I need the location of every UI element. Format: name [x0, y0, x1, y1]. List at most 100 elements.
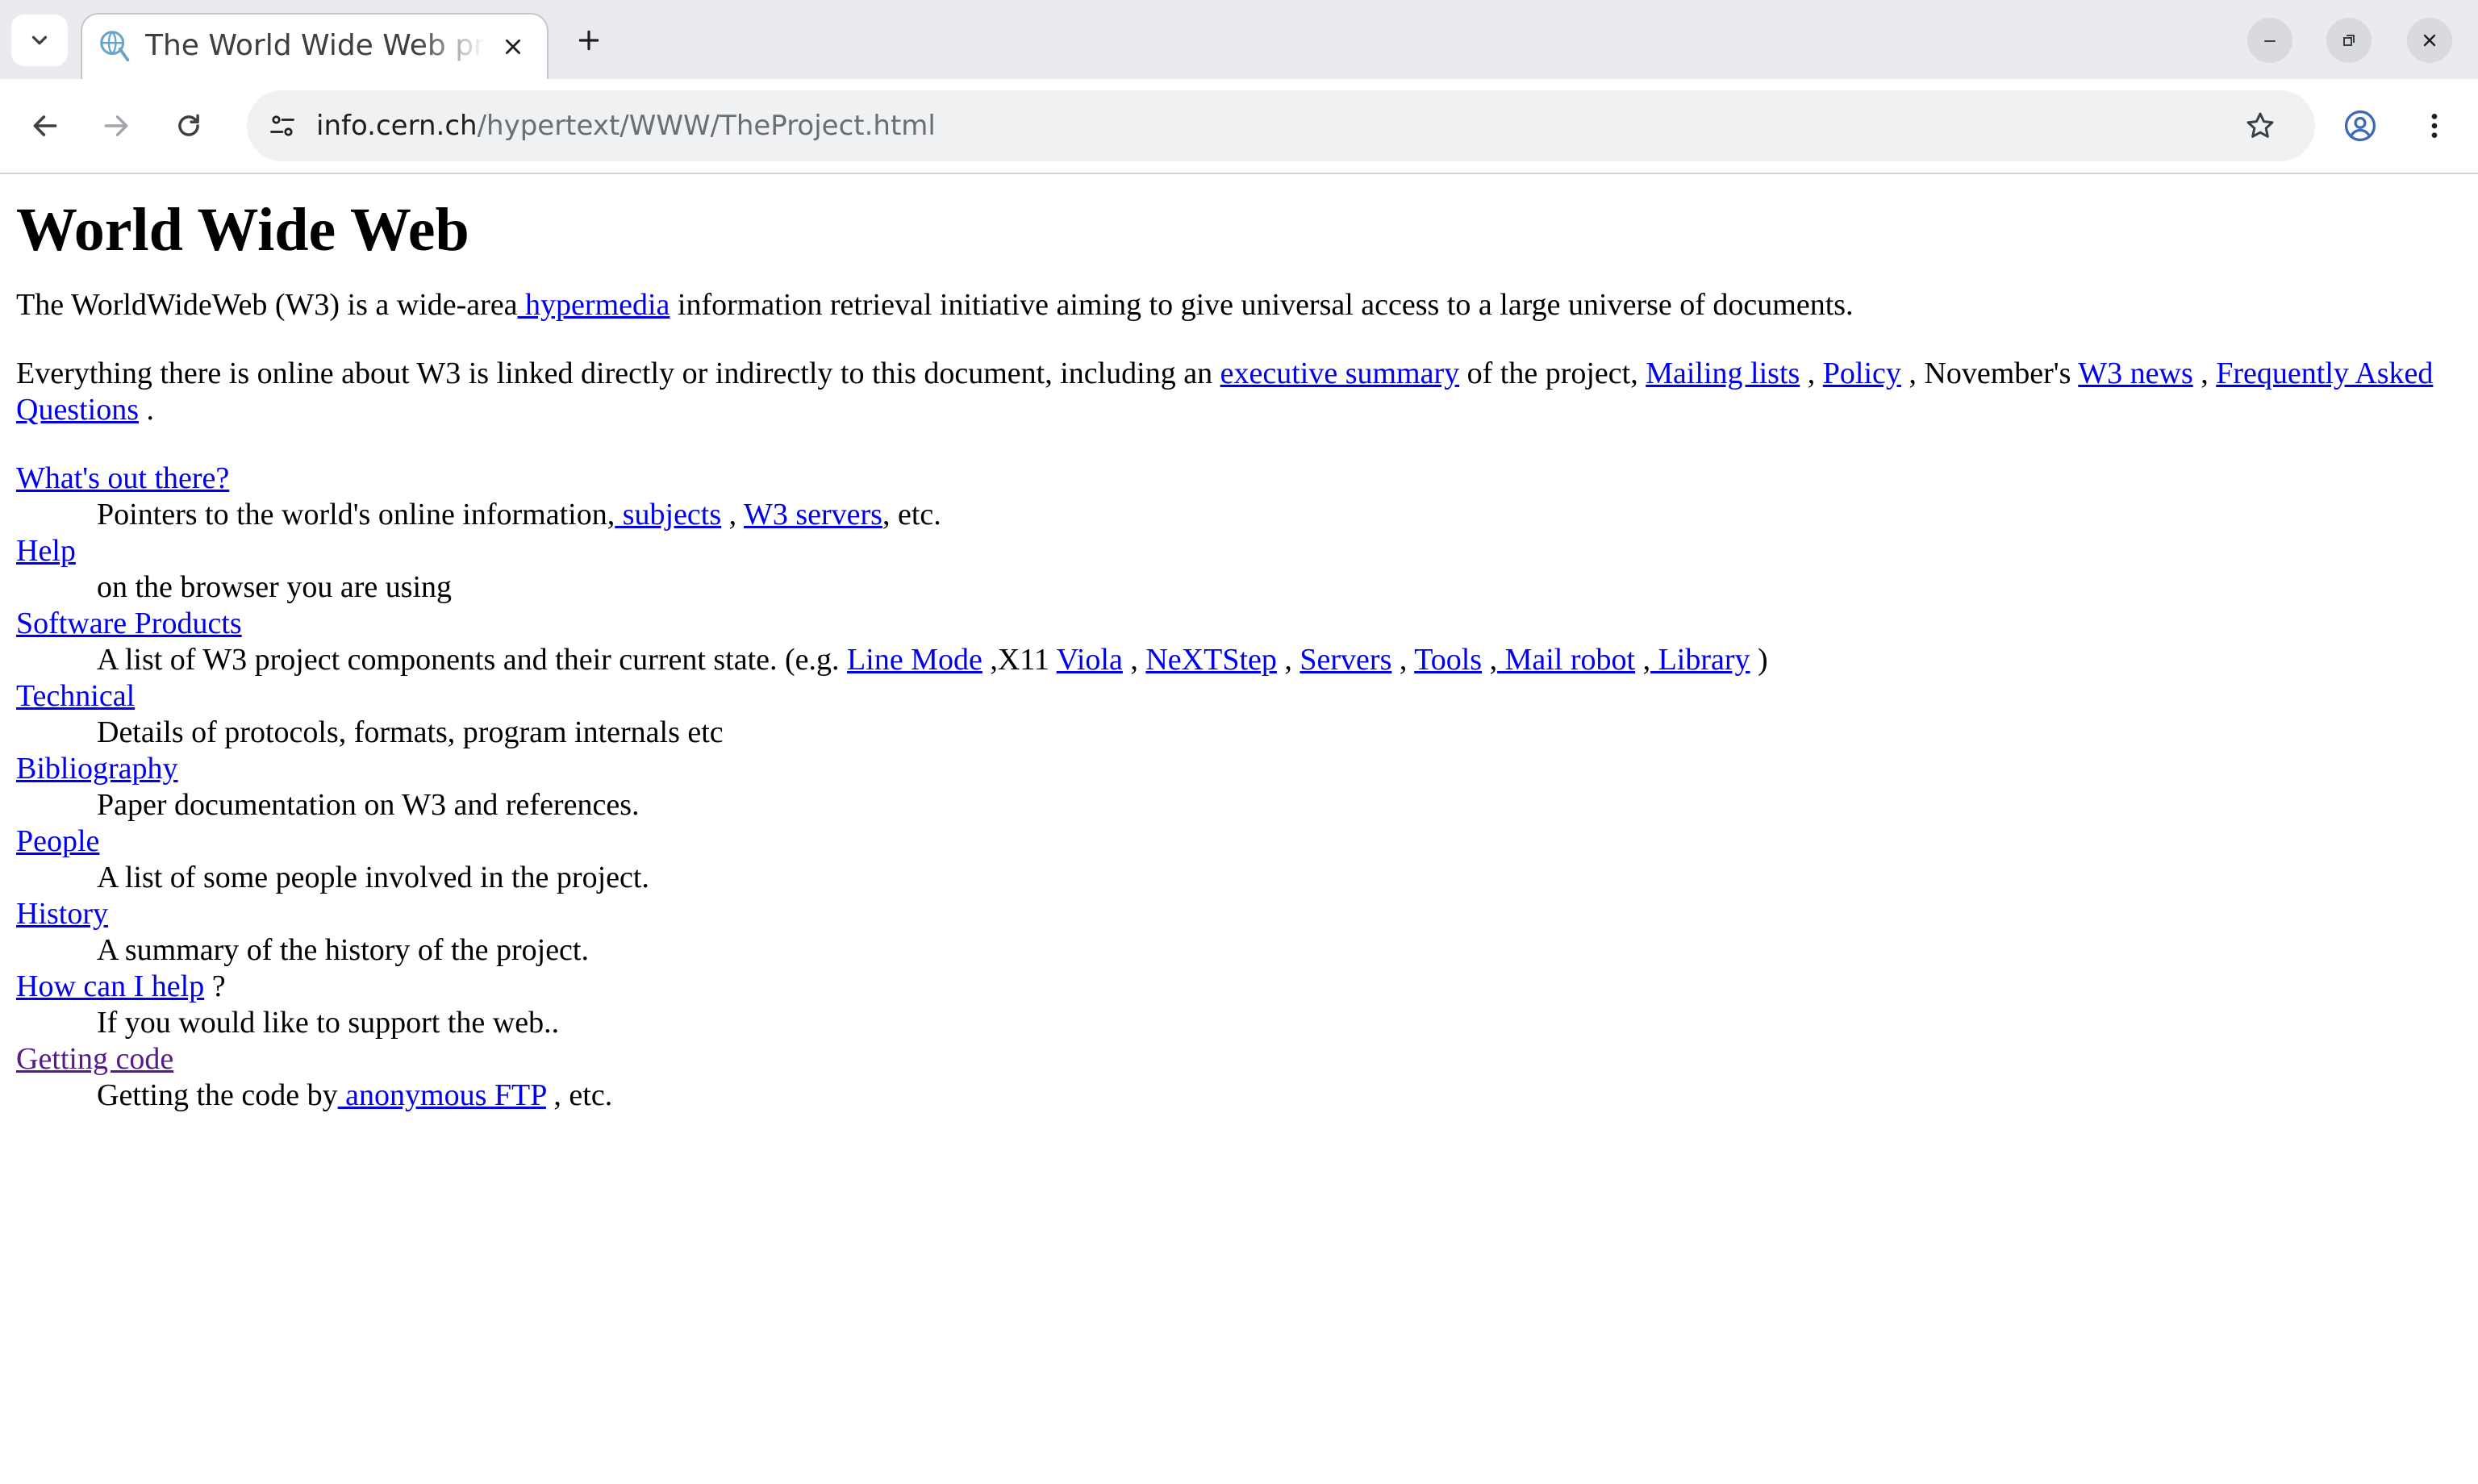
list-item-description: If you would like to support the web..: [97, 1006, 560, 1040]
desc-text: , etc.: [882, 498, 941, 531]
list-item-term: Bibliography: [16, 751, 2460, 787]
desc-text: ,: [721, 498, 744, 531]
link-subjects[interactable]: subjects: [615, 498, 721, 531]
desc-text: A list of W3 project components and thei…: [97, 643, 848, 677]
tab-close-button[interactable]: [497, 31, 529, 63]
list-item-description: Getting the code by anonymous FTP , etc.: [97, 1078, 2460, 1114]
tab-search-button[interactable]: [11, 15, 68, 66]
link-w3-servers[interactable]: W3 servers: [744, 498, 882, 531]
address-bar[interactable]: info.cern.ch/hypertext/WWW/TheProject.ht…: [247, 90, 2315, 161]
desc-text: ,: [1635, 643, 1651, 677]
desc-text: ,: [1391, 643, 1415, 677]
link-history[interactable]: History: [16, 897, 108, 931]
link-hypermedia[interactable]: hypermedia: [518, 288, 670, 322]
list-item-term: Help: [16, 533, 2460, 569]
desc-text: Pointers to the world's online informati…: [97, 498, 615, 531]
reload-icon: [178, 114, 199, 136]
link-software-products[interactable]: Software Products: [16, 607, 242, 640]
list-item-description: on the browser you are using: [97, 570, 453, 604]
link-viola[interactable]: Viola: [1057, 643, 1123, 677]
desc-text: ,: [1122, 643, 1146, 677]
list-item-term: How can I help ?: [16, 969, 2460, 1005]
minimize-icon: [2264, 40, 2276, 42]
list-item-description: Details of protocols, formats, program i…: [97, 715, 724, 749]
list-item-description: Paper documentation on W3 and references…: [97, 788, 640, 822]
intro-paragraph: The WorldWideWeb (W3) is a wide-area hyp…: [16, 287, 2460, 323]
close-icon: [506, 40, 520, 54]
desc-text: Getting the code by: [97, 1078, 338, 1112]
link-nextstep[interactable]: NeXTStep: [1145, 643, 1277, 677]
list-item-term: Software Products: [16, 606, 2460, 642]
term-suffix: ?: [204, 969, 226, 1003]
list-item-term: History: [16, 896, 2460, 932]
link-how-can-i-help[interactable]: How can I help: [16, 969, 204, 1003]
desc-text: ,: [1276, 643, 1300, 677]
tab-strip: The World Wide Web project: [0, 0, 2478, 79]
list-item-description: A list of W3 project components and thei…: [97, 642, 2460, 678]
reload-button[interactable]: [165, 102, 213, 150]
list-item-description: A list of some people involved in the pr…: [97, 861, 649, 894]
link-policy[interactable]: Policy: [1823, 356, 1901, 390]
link-mail-robot[interactable]: Mail robot: [1497, 643, 1635, 677]
intro-text-2: information retrieval initiative aiming …: [670, 288, 1854, 322]
link-whats-out-there[interactable]: What's out there?: [16, 461, 229, 495]
overview-text-6: .: [139, 393, 155, 427]
overview-text-2: of the project,: [1459, 356, 1646, 390]
link-anonymous-ftp[interactable]: anonymous FTP: [338, 1078, 546, 1112]
overview-text-4: , November's: [1900, 356, 2079, 390]
overview-paragraph: Everything there is online about W3 is l…: [16, 356, 2460, 428]
new-tab-button[interactable]: [569, 21, 608, 60]
page-title: World Wide Web: [16, 196, 469, 264]
profile-button[interactable]: [2336, 102, 2384, 150]
desc-text: ,X11: [982, 643, 1057, 677]
desc-text: , etc.: [545, 1078, 613, 1112]
link-servers[interactable]: Servers: [1299, 643, 1391, 677]
link-library[interactable]: Library: [1650, 643, 1750, 677]
kebab-menu-icon: [2431, 114, 2438, 138]
topic-list: What's out there? Pointers to the world'…: [16, 461, 2460, 1114]
minimize-button[interactable]: [2247, 18, 2292, 63]
link-help[interactable]: Help: [16, 534, 76, 568]
link-mailing-lists[interactable]: Mailing lists: [1646, 356, 1800, 390]
browser-toolbar: info.cern.ch/hypertext/WWW/TheProject.ht…: [0, 79, 2478, 174]
plus-icon: [578, 30, 599, 51]
star-icon: [2246, 112, 2274, 138]
forward-arrow-icon: [104, 115, 128, 136]
overview-text-3: ,: [1800, 356, 1823, 390]
desc-text: ): [1750, 643, 1768, 677]
site-info-icon: [270, 115, 294, 136]
bookmark-button[interactable]: [2236, 102, 2284, 150]
list-item-term: What's out there?: [16, 461, 2460, 497]
site-info-button[interactable]: [258, 102, 307, 150]
list-item-term: People: [16, 823, 2460, 860]
link-bibliography[interactable]: Bibliography: [16, 752, 178, 786]
list-item-description: A summary of the history of the project.: [97, 933, 589, 967]
profile-icon: [2344, 110, 2376, 142]
url-text[interactable]: info.cern.ch/hypertext/WWW/TheProject.ht…: [316, 106, 936, 145]
overview-text-1: Everything there is online about W3 is l…: [16, 356, 1220, 390]
back-button[interactable]: [21, 102, 69, 150]
link-executive-summary[interactable]: executive summary: [1220, 356, 1460, 390]
close-window-button[interactable]: [2407, 18, 2452, 63]
browser-menu-button[interactable]: [2410, 102, 2459, 150]
tab-search-icon: [31, 35, 48, 45]
active-tab[interactable]: The World Wide Web project: [81, 13, 549, 79]
link-tools[interactable]: Tools: [1414, 643, 1482, 677]
close-window-icon: [2423, 34, 2436, 47]
link-getting-code[interactable]: Getting code: [16, 1042, 173, 1076]
restore-icon: [2343, 35, 2355, 46]
url-host: info.cern.ch: [316, 110, 478, 142]
list-item-term: Getting code: [16, 1041, 2460, 1078]
link-w3-news[interactable]: W3 news: [2078, 356, 2192, 390]
link-line-mode[interactable]: Line Mode: [847, 643, 982, 677]
restore-button[interactable]: [2326, 18, 2372, 63]
link-technical[interactable]: Technical: [16, 679, 135, 713]
desc-text: ,: [1482, 643, 1498, 677]
link-people[interactable]: People: [16, 824, 99, 858]
back-arrow-icon: [33, 115, 57, 136]
list-item-term: Technical: [16, 678, 2460, 715]
intro-text-1: The WorldWideWeb (W3) is a wide-area: [16, 288, 518, 322]
overview-text-5: ,: [2192, 356, 2217, 390]
list-item-description: Pointers to the world's online informati…: [97, 497, 2460, 533]
forward-button[interactable]: [92, 102, 140, 150]
